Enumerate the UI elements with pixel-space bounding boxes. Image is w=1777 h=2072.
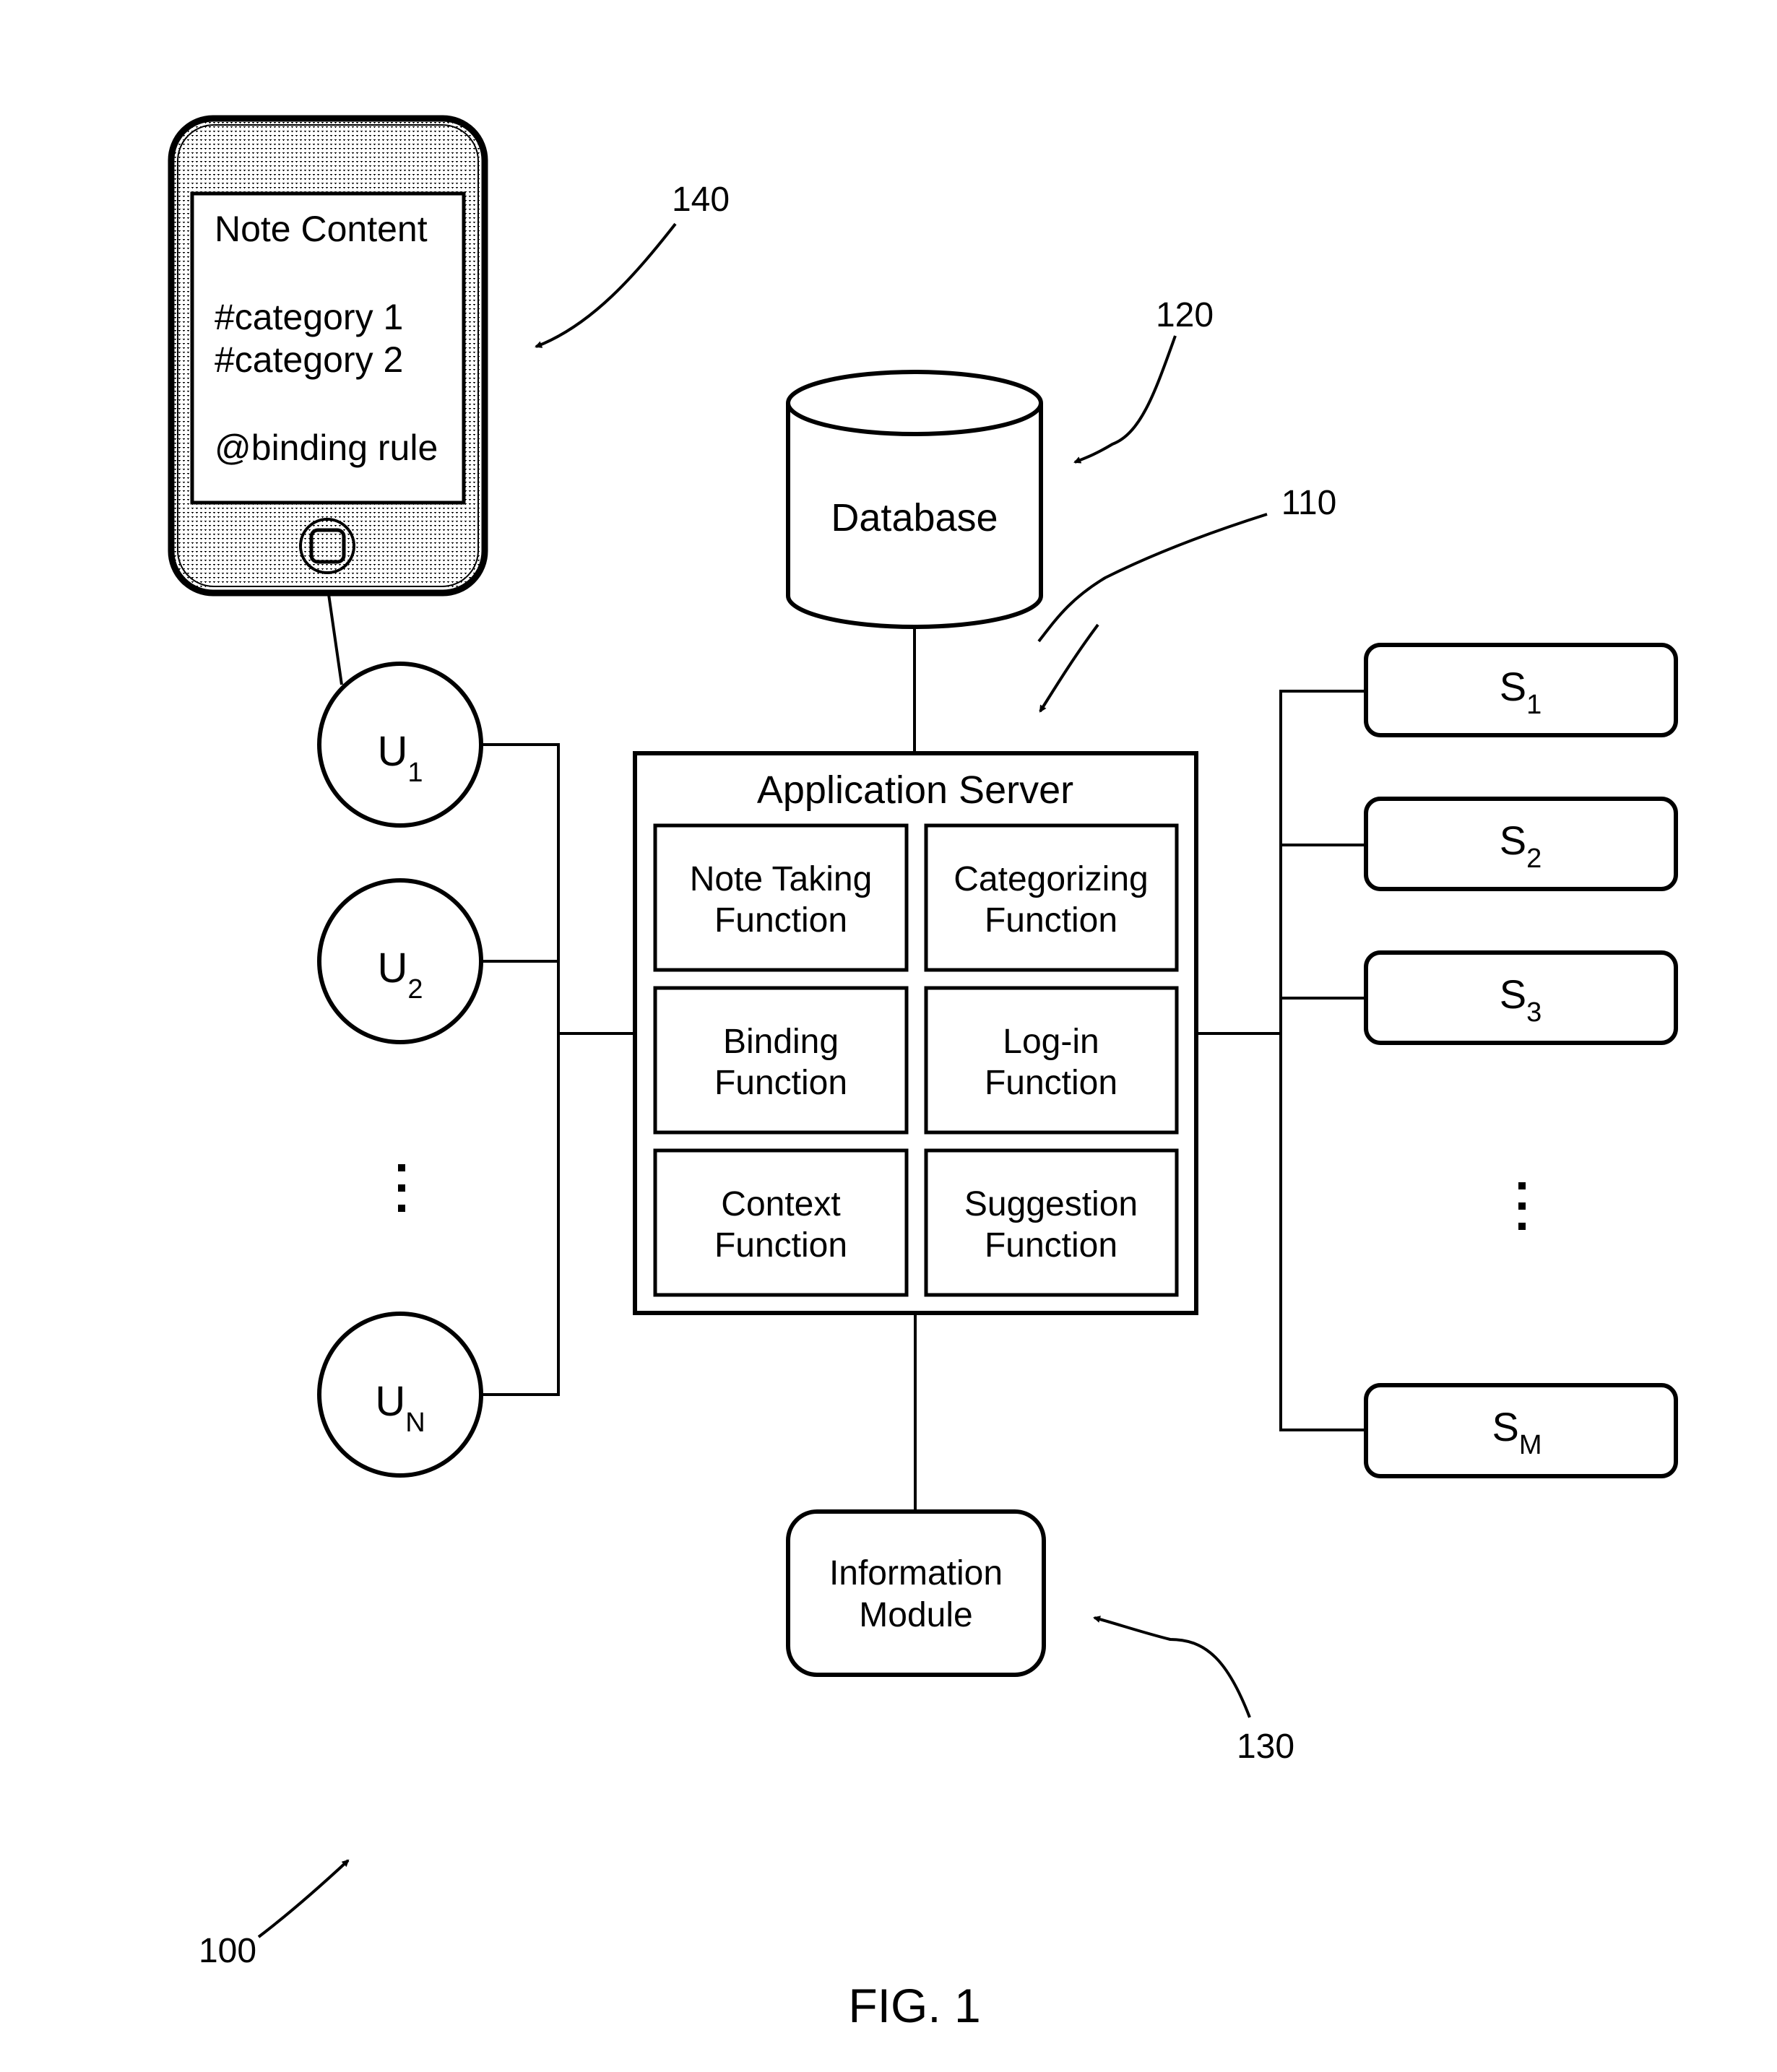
function-binding: Binding Function — [653, 986, 909, 1135]
database-label: Database — [831, 496, 998, 539]
function-label-line2: Function — [714, 1226, 847, 1265]
binding-rule-line: @binding rule — [215, 428, 438, 468]
function-label-line1: Context — [721, 1185, 840, 1223]
service-node-2: S2 — [1364, 797, 1678, 891]
function-label-line1: Suggestion — [964, 1185, 1138, 1223]
ref-arrow-100 — [257, 1859, 350, 1938]
user-node-n: UN — [317, 1312, 483, 1478]
application-server-title: Application Server — [757, 768, 1073, 812]
database-cylinder: Database — [786, 370, 1043, 629]
function-categorizing: Categorizing Function — [924, 823, 1179, 972]
ref-arrow-140 — [535, 222, 677, 348]
users-bus — [483, 743, 635, 1396]
services-ellipsis — [1518, 1182, 1526, 1230]
function-label-line1: Note Taking — [690, 860, 873, 898]
user-node-2: U2 — [317, 878, 483, 1044]
function-label-line2: Function — [985, 1226, 1117, 1265]
information-module: Information Module — [786, 1509, 1046, 1677]
function-label-line1: Log-in — [1003, 1023, 1099, 1061]
service-base-label: S — [1492, 1404, 1518, 1449]
ref-label-120: 120 — [1156, 296, 1214, 334]
services-bus — [1196, 690, 1366, 1431]
service-base-label: S — [1500, 971, 1526, 1017]
category-line-1: #category 1 — [215, 297, 403, 337]
function-label-line2: Function — [714, 1064, 847, 1102]
ref-arrow-130 — [1093, 1616, 1251, 1718]
service-sub-label: 3 — [1526, 997, 1542, 1028]
application-server: Application Server Note Taking Function … — [633, 751, 1198, 1315]
note-content-line: Note Content — [215, 209, 428, 249]
category-line-2: #category 2 — [215, 339, 403, 380]
figure-caption: FIG. 1 — [848, 1979, 980, 2032]
device-user-link — [327, 594, 343, 685]
user-base-label: U — [375, 1378, 405, 1425]
ref-label-130: 130 — [1237, 1728, 1294, 1766]
function-label-line2: Function — [714, 901, 847, 940]
service-base-label: S — [1500, 664, 1526, 709]
ref-arrow-120 — [1073, 335, 1177, 464]
user-node-1: U1 — [317, 662, 483, 828]
service-node-1: S1 — [1364, 643, 1678, 737]
information-module-line2: Module — [859, 1596, 972, 1634]
function-note-taking: Note Taking Function — [653, 823, 909, 972]
ref-arrow-110-head — [1039, 623, 1099, 713]
user-sub-label: 2 — [407, 974, 423, 1005]
user-sub-label: 1 — [407, 758, 423, 788]
user-sub-label: N — [405, 1408, 425, 1438]
ref-arrow-110 — [1037, 513, 1268, 643]
ref-label-100: 100 — [199, 1932, 256, 1970]
function-log-in: Log-in Function — [924, 986, 1179, 1135]
user-device: Note Content #category 1 #category 2 @bi… — [168, 115, 488, 597]
service-node-3: S3 — [1364, 950, 1678, 1045]
service-sub-label: 2 — [1526, 844, 1542, 874]
function-suggestion: Suggestion Function — [924, 1148, 1179, 1297]
user-base-label: U — [377, 945, 407, 992]
service-node-m: SM — [1364, 1383, 1678, 1478]
users-ellipsis — [398, 1164, 405, 1212]
ref-label-140: 140 — [672, 181, 730, 219]
function-label-line1: Binding — [723, 1023, 839, 1061]
service-base-label: S — [1500, 818, 1526, 863]
service-sub-label: M — [1519, 1430, 1542, 1460]
function-label-line2: Function — [985, 1064, 1117, 1102]
information-module-line1: Information — [829, 1554, 1003, 1592]
function-label-line2: Function — [985, 901, 1117, 940]
user-base-label: U — [377, 728, 407, 775]
home-button-icon — [299, 518, 355, 574]
function-label-line1: Categorizing — [954, 860, 1148, 898]
ref-label-110: 110 — [1281, 484, 1337, 522]
service-sub-label: 1 — [1526, 690, 1542, 720]
ref-arrow-110-tail — [1011, 641, 1040, 711]
function-context: Context Function — [653, 1148, 909, 1297]
patent-figure: Note Content #category 1 #category 2 @bi… — [0, 0, 1777, 2072]
diagram-svg: Note Content #category 1 #category 2 @bi… — [168, 115, 1678, 2032]
